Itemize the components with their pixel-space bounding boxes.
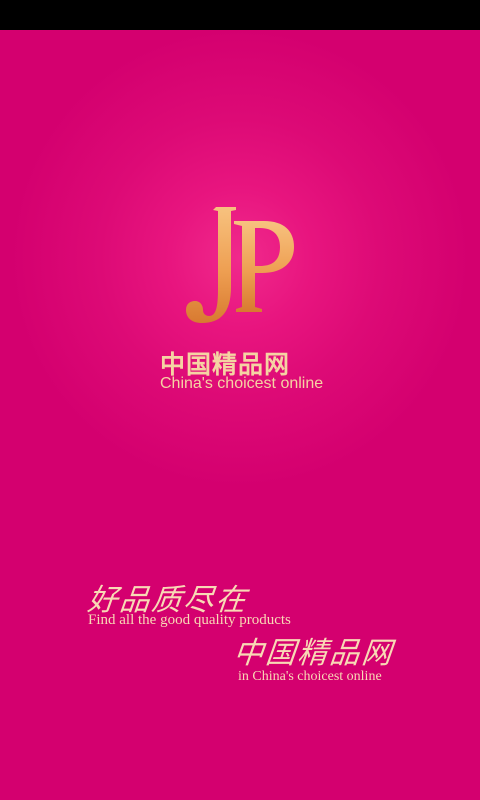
tagline-english-line-2: in China's choicest online bbox=[238, 669, 382, 684]
splash-screen: 中国精品网 China's choicest online 好品质尽在 Find… bbox=[0, 30, 480, 800]
tagline-chinese-line-2: 中国精品网 bbox=[231, 636, 396, 671]
brand-name-english: China's choicest online bbox=[160, 375, 324, 392]
tagline-english-line-1: Find all the good quality products bbox=[88, 612, 291, 628]
status-bar bbox=[0, 0, 480, 30]
jp-logo bbox=[186, 207, 294, 323]
